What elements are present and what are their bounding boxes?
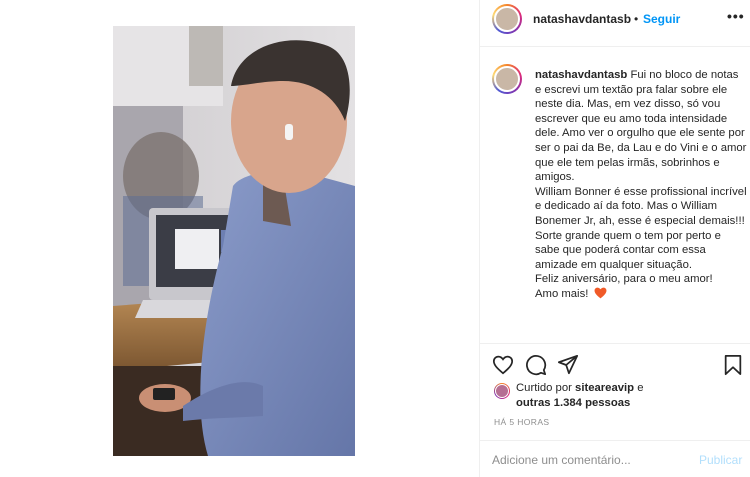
post-actions: [480, 350, 750, 380]
post-sidebar: natashavdantasb • Seguir ••• natashavdan…: [479, 0, 750, 477]
publish-button[interactable]: Publicar: [699, 453, 742, 467]
author-avatar[interactable]: [492, 4, 522, 34]
likes-prefix: Curtido por: [516, 382, 576, 394]
caption-paragraph-2: William Bonner é esse profissional incrí…: [535, 185, 747, 271]
comment-bar: Publicar: [480, 440, 750, 477]
caption-paragraph-4: Amo mais!: [535, 287, 589, 300]
author-username[interactable]: natashavdantasb: [533, 12, 631, 26]
likes-others-link[interactable]: outras 1.384 pessoas: [516, 397, 630, 409]
caption-paragraph-3: Feliz aniversário, para o meu amor!: [535, 273, 713, 286]
header-separator: •: [634, 12, 639, 26]
post-timestamp[interactable]: HÁ 5 HORAS: [494, 417, 550, 427]
post-caption: natashavdantasb Fui no bloco de notas e …: [535, 68, 747, 304]
likes-text: Curtido por siteareavip e outras 1.384 p…: [516, 381, 744, 411]
likes-middle: e: [634, 382, 644, 394]
comment-input[interactable]: [492, 453, 682, 467]
caption-area: natashavdantasb Fui no bloco de notas e …: [480, 48, 750, 344]
heart-icon[interactable]: [492, 354, 514, 376]
share-icon[interactable]: [557, 354, 579, 376]
post-photo[interactable]: [113, 26, 355, 456]
caption-avatar[interactable]: [492, 64, 522, 94]
caption-paragraph-1: Fui no bloco de notas e escrevi um textã…: [535, 69, 747, 184]
post-header: natashavdantasb • Seguir •••: [480, 0, 750, 47]
post-photo-illustration: [113, 26, 355, 456]
liker-avatar[interactable]: [494, 383, 510, 399]
media-pane: [0, 0, 479, 477]
more-options-icon[interactable]: •••: [727, 8, 745, 24]
follow-button[interactable]: Seguir: [643, 12, 680, 26]
caption-username[interactable]: natashavdantasb: [535, 69, 627, 81]
comment-icon[interactable]: [525, 354, 547, 376]
bookmark-icon[interactable]: [722, 354, 744, 376]
liker-username[interactable]: siteareavip: [575, 382, 634, 394]
orange-heart-emoji-icon: [594, 287, 607, 304]
